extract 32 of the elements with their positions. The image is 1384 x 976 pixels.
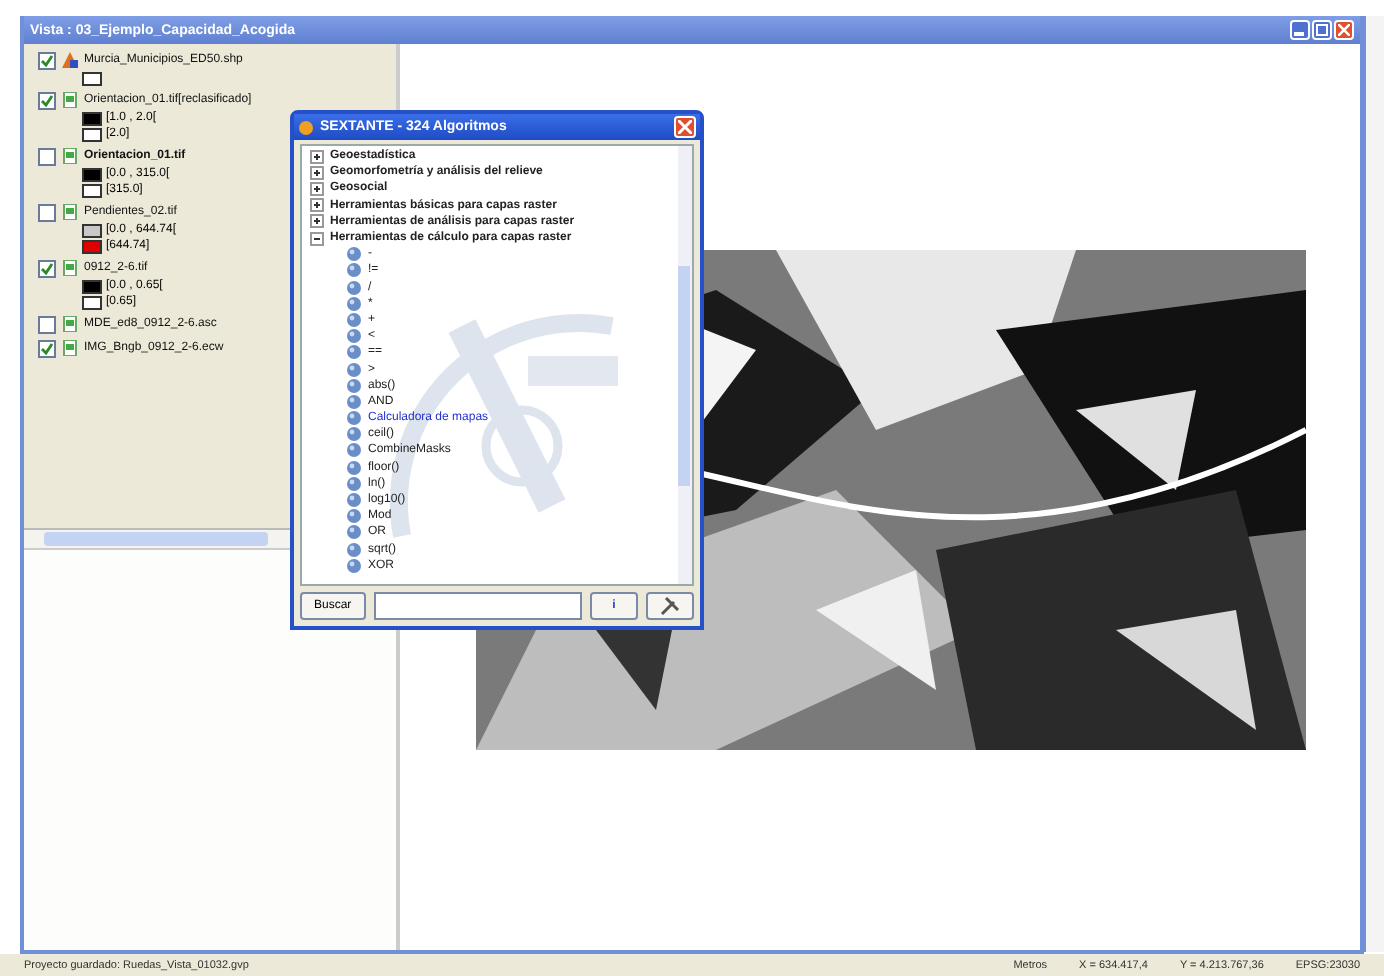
tools-icon (660, 596, 680, 616)
search-field[interactable] (373, 592, 582, 620)
raster-layer-icon (62, 340, 78, 356)
tree-expander-icon[interactable] (310, 165, 324, 180)
layer-checkbox[interactable] (38, 147, 56, 165)
layer-checkbox[interactable] (38, 339, 56, 357)
raster-layer-icon (62, 92, 78, 108)
maximize-icon (1316, 24, 1328, 36)
close-button[interactable] (1334, 20, 1354, 40)
maximize-button[interactable] (1312, 20, 1332, 40)
raster-layer-icon (62, 316, 78, 332)
layer-checkbox[interactable] (38, 51, 56, 69)
app-icon (298, 119, 314, 135)
raster-layer-icon (62, 204, 78, 220)
layer-checkbox[interactable] (38, 203, 56, 221)
layer-checkbox[interactable] (38, 315, 56, 333)
layer-checkbox[interactable] (38, 259, 56, 277)
vertical-scrollbar[interactable] (678, 146, 692, 584)
tree-expander-icon[interactable] (310, 231, 324, 246)
raster-layer-icon (62, 260, 78, 276)
tree-expander-icon[interactable] (310, 198, 324, 213)
tree-expander-icon[interactable] (310, 214, 324, 229)
vector-layer-icon (62, 52, 78, 68)
settings-button[interactable] (646, 592, 694, 620)
minimize-button[interactable] (1290, 20, 1310, 40)
layer-checkbox[interactable] (38, 91, 56, 109)
close-icon (678, 120, 692, 134)
tree-expander-icon[interactable] (310, 181, 324, 196)
raster-layer-icon (62, 148, 78, 164)
close-icon (1338, 24, 1350, 36)
close-button[interactable] (674, 116, 696, 138)
tree-expander-icon[interactable] (310, 149, 324, 164)
